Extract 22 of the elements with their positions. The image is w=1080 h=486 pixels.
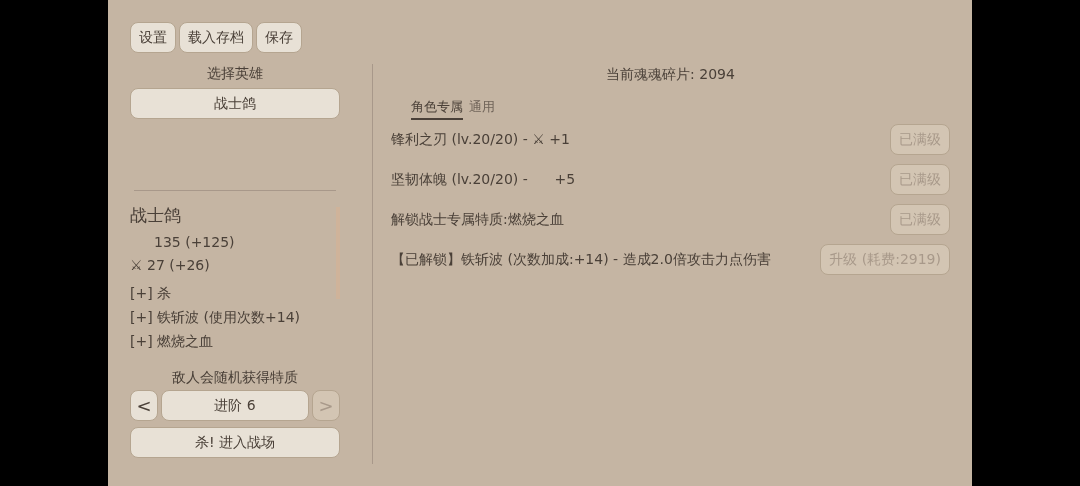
currency-text: 当前魂魂碎片: 2094 <box>605 65 736 84</box>
difficulty-level: 进阶 6 <box>161 390 309 421</box>
difficulty-note: 敌人会随机获得特质 <box>171 368 299 387</box>
toolbar-button[interactable]: 保存 <box>256 22 302 53</box>
tab[interactable]: 通用 <box>469 97 495 120</box>
previous-button[interactable]: < <box>130 390 158 421</box>
upgrade-text: 解锁战士专属特质:燃烧之血 <box>391 210 564 229</box>
stat-text: 135 (+125) <box>153 233 236 252</box>
upgrade-text: 锋利之刃 (lv.20/20) - ⚔ +1 <box>391 130 570 149</box>
start-battle-button[interactable]: 杀! 进入战场 <box>130 427 340 458</box>
hero-select[interactable]: 战士鸽 <box>130 88 340 119</box>
trait-text: [+] 燃烧之血 <box>130 332 215 351</box>
upgrade-text: 【已解锁】铁斩波 (次数加成:+14) - 造成2.0倍攻击力点伤害 <box>391 250 771 269</box>
stat-text: ⚔ 27 (+26) <box>130 256 211 275</box>
section-title: 选择英雄 <box>206 64 264 83</box>
toolbar-button[interactable]: 载入存档 <box>179 22 253 53</box>
trait-text: [+] 铁斩波 (使用次数+14) <box>130 308 302 327</box>
trait-text: [+] 杀 <box>130 284 173 303</box>
hero-name: 战士鸽 <box>130 204 182 227</box>
tab[interactable]: 角色专属 <box>411 97 463 120</box>
toolbar-button[interactable]: 设置 <box>130 22 176 53</box>
upgrade-text: 坚韧体魄 (lv.20/20) - +5 <box>391 170 576 189</box>
